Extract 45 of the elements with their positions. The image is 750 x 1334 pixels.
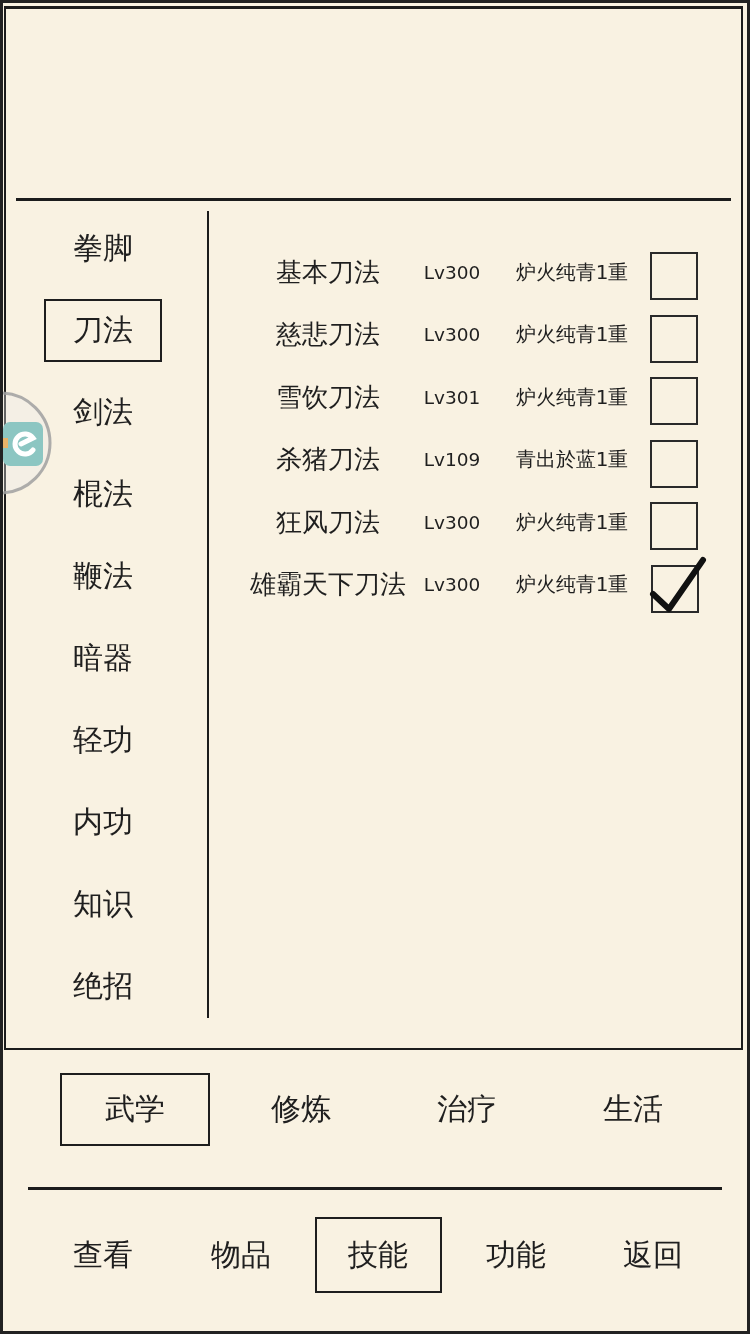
app-icon bbox=[3, 422, 43, 466]
skill-name: 基本刀法 bbox=[276, 255, 380, 289]
category-tab[interactable]: 剑法 bbox=[44, 381, 162, 444]
sub-tab[interactable]: 治疗 bbox=[392, 1073, 542, 1146]
checkbox[interactable] bbox=[650, 439, 698, 488]
skill-name: 雪饮刀法 bbox=[276, 380, 380, 414]
skill-level: Lv300 bbox=[423, 511, 481, 533]
floating-button[interactable] bbox=[3, 390, 53, 496]
category-tab[interactable]: 绝招 bbox=[44, 955, 162, 1018]
skill-rank: 炉火纯青1重 bbox=[515, 571, 629, 599]
skill-name: 杀猪刀法 bbox=[276, 443, 380, 477]
checkbox[interactable] bbox=[650, 502, 698, 551]
skill-name: 慈悲刀法 bbox=[276, 318, 380, 352]
skill-level: Lv300 bbox=[423, 261, 481, 283]
skill-name: 狂风刀法 bbox=[276, 505, 380, 539]
category-tab[interactable]: 刀法 bbox=[44, 299, 162, 362]
nav-tab[interactable]: 功能 bbox=[452, 1217, 579, 1293]
skill-rank: 炉火纯青1重 bbox=[515, 383, 629, 411]
sub-tab[interactable]: 修炼 bbox=[226, 1073, 376, 1146]
sub-tab[interactable]: 武学 bbox=[60, 1073, 210, 1146]
category-tab[interactable]: 暗器 bbox=[44, 627, 162, 690]
skill-rank: 炉火纯青1重 bbox=[515, 321, 629, 349]
checkbox[interactable] bbox=[650, 555, 706, 614]
skill-level: Lv109 bbox=[423, 449, 481, 471]
skill-level: Lv300 bbox=[423, 574, 481, 596]
category-tab[interactable]: 轻功 bbox=[44, 709, 162, 772]
nav-tab[interactable]: 查看 bbox=[39, 1217, 167, 1293]
category-tab[interactable]: 鞭法 bbox=[44, 545, 162, 608]
nav-tab[interactable]: 技能 bbox=[314, 1217, 442, 1293]
category-tab[interactable]: 内功 bbox=[44, 791, 162, 854]
sub-tab[interactable]: 生活 bbox=[558, 1073, 708, 1146]
category-tab[interactable]: 拳脚 bbox=[44, 217, 162, 280]
category-tab[interactable]: 知识 bbox=[44, 873, 162, 936]
skill-name: 雄霸天下刀法 bbox=[250, 568, 406, 602]
skill-rank: 青出於蓝1重 bbox=[515, 446, 629, 474]
skill-rank: 炉火纯青1重 bbox=[515, 508, 629, 536]
skill-rank: 炉火纯青1重 bbox=[515, 258, 629, 286]
checkbox[interactable] bbox=[650, 314, 698, 363]
checkbox[interactable] bbox=[650, 377, 698, 426]
skill-level: Lv300 bbox=[423, 324, 481, 346]
category-tab[interactable]: 棍法 bbox=[44, 463, 162, 526]
nav-tab[interactable]: 返回 bbox=[589, 1217, 717, 1293]
skill-level: Lv301 bbox=[423, 386, 481, 408]
nav-tab[interactable]: 物品 bbox=[177, 1217, 304, 1293]
checkbox[interactable] bbox=[650, 252, 698, 301]
